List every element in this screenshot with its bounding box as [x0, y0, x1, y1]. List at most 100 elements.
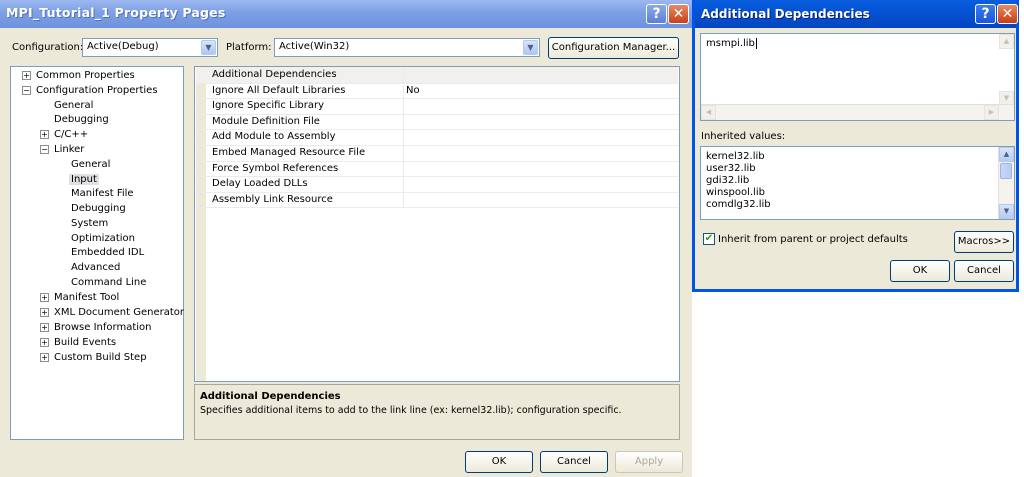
- close-button[interactable]: ✕: [668, 4, 689, 24]
- tree-expander-icon[interactable]: +: [40, 130, 49, 139]
- tree-item-linker-general[interactable]: General: [71, 158, 110, 171]
- tree-item-browse-information[interactable]: Browse Information: [54, 321, 151, 334]
- window-title: MPI_Tutorial_1 Property Pages: [6, 5, 226, 20]
- platform-select[interactable]: Active(Win32) ▼: [274, 38, 540, 57]
- dialog-close-button[interactable]: ✕: [997, 4, 1018, 24]
- tree-item-configuration-properties[interactable]: Configuration Properties: [36, 84, 158, 97]
- macros-button[interactable]: Macros>>: [954, 231, 1014, 253]
- input-horizontal-scrollbar[interactable]: ◀ ▶: [701, 104, 1014, 120]
- inherited-value-item: kernel32.lib: [706, 151, 765, 162]
- configuration-select[interactable]: Active(Debug) ▼: [82, 38, 218, 57]
- tree-item-manifest-tool[interactable]: Manifest Tool: [54, 291, 119, 304]
- property-value[interactable]: No: [406, 85, 420, 96]
- scroll-left-icon[interactable]: ◀: [701, 105, 716, 120]
- tree-expander-icon[interactable]: +: [22, 71, 31, 80]
- dependencies-input[interactable]: msmpi.lib ▲ ▼ ◀ ▶: [700, 33, 1015, 121]
- scroll-up-icon[interactable]: ▲: [999, 147, 1014, 162]
- column-divider: [403, 145, 404, 161]
- inherited-values-list[interactable]: kernel32.lib user32.lib gdi32.lib winspo…: [700, 146, 1015, 220]
- chevron-down-icon[interactable]: ▼: [523, 40, 538, 55]
- property-row-ignore-all-default-libraries[interactable]: Ignore All Default Libraries No: [196, 82, 678, 100]
- property-name: Additional Dependencies: [212, 69, 337, 80]
- property-row-force-symbol-references[interactable]: Force Symbol References: [196, 160, 678, 178]
- property-row-delay-loaded-dlls[interactable]: Delay Loaded DLLs: [196, 176, 678, 193]
- tree-collapse-icon[interactable]: −: [40, 145, 49, 154]
- column-divider: [403, 113, 404, 130]
- property-grid[interactable]: Additional Dependencies Ignore All Defau…: [194, 66, 680, 382]
- additional-dependencies-dialog: Additional Dependencies ? ✕ msmpi.lib ▲ …: [692, 0, 1019, 292]
- dialog-cancel-button[interactable]: Cancel: [954, 260, 1014, 282]
- dialog-title-bar: Additional Dependencies ? ✕: [695, 0, 1018, 28]
- tree-item-build-events[interactable]: Build Events: [54, 336, 116, 349]
- title-bar: MPI_Tutorial_1 Property Pages ? ✕: [0, 0, 692, 28]
- column-divider: [403, 160, 404, 177]
- inherited-value-item: comdlg32.lib: [706, 199, 771, 210]
- tree-expander-icon[interactable]: +: [40, 353, 49, 362]
- inherit-checkbox-label[interactable]: Inherit from parent or project defaults: [718, 234, 908, 245]
- tree-item-linker-debugging[interactable]: Debugging: [71, 202, 126, 215]
- property-row-add-module-to-assembly[interactable]: Add Module to Assembly: [196, 129, 678, 146]
- property-name: Ignore All Default Libraries: [212, 84, 346, 96]
- inherited-values-label: Inherited values:: [701, 131, 786, 142]
- description-panel: Additional Dependencies Specifies additi…: [194, 384, 680, 440]
- help-button[interactable]: ?: [646, 4, 667, 24]
- inherit-checkbox[interactable]: ✔: [703, 233, 715, 245]
- scroll-down-icon[interactable]: ▼: [999, 204, 1014, 219]
- column-divider: [403, 191, 404, 208]
- description-text: Specifies additional items to add to the…: [200, 405, 622, 416]
- dependencies-input-text[interactable]: msmpi.lib: [706, 38, 757, 49]
- scroll-right-icon[interactable]: ▶: [984, 105, 999, 120]
- tree-expander-icon[interactable]: +: [40, 323, 49, 332]
- tree-item-advanced[interactable]: Advanced: [71, 261, 120, 274]
- dialog-ok-button[interactable]: OK: [890, 260, 950, 282]
- tree-item-xml-document-generator[interactable]: XML Document Generator: [54, 306, 184, 319]
- property-name: Ignore Specific Library: [212, 100, 325, 112]
- tree-item-input-selected[interactable]: Input: [69, 173, 99, 186]
- property-name: Delay Loaded DLLs: [212, 178, 308, 190]
- property-row-additional-dependencies[interactable]: Additional Dependencies: [196, 67, 678, 84]
- property-row-assembly-link-resource[interactable]: Assembly Link Resource: [196, 191, 678, 209]
- input-vertical-scrollbar[interactable]: ▲ ▼: [999, 34, 1014, 106]
- inherited-value-item: winspool.lib: [706, 187, 765, 198]
- tree-item-manifest-file[interactable]: Manifest File: [71, 187, 134, 200]
- cancel-button[interactable]: Cancel: [540, 451, 608, 473]
- property-tree[interactable]: + Common Properties − Configuration Prop…: [10, 66, 184, 440]
- property-name: Assembly Link Resource: [212, 193, 333, 205]
- scroll-up-icon[interactable]: ▲: [999, 34, 1014, 49]
- tree-item-command-line[interactable]: Command Line: [71, 276, 146, 289]
- column-divider: [403, 176, 404, 192]
- dialog-title: Additional Dependencies: [701, 7, 870, 21]
- tree-item-optimization[interactable]: Optimization: [71, 232, 135, 245]
- tree-item-debugging[interactable]: Debugging: [54, 113, 109, 126]
- platform-value: Active(Win32): [279, 41, 350, 52]
- dialog-help-button[interactable]: ?: [975, 4, 996, 24]
- property-name: Embed Managed Resource File: [212, 147, 366, 158]
- platform-label: Platform:: [226, 42, 272, 53]
- property-name: Force Symbol References: [212, 162, 339, 174]
- configuration-manager-button[interactable]: Configuration Manager...: [548, 37, 679, 59]
- scrollbar-thumb[interactable]: [1000, 163, 1012, 179]
- tree-item-embedded-idl[interactable]: Embedded IDL: [71, 246, 144, 259]
- property-row-ignore-specific-library[interactable]: Ignore Specific Library: [196, 98, 678, 115]
- tree-item-linker[interactable]: Linker: [54, 143, 84, 156]
- tree-item-general[interactable]: General: [54, 99, 93, 112]
- tree-expander-icon[interactable]: +: [40, 293, 49, 302]
- tree-item-common-properties[interactable]: Common Properties: [36, 69, 135, 82]
- column-divider: [403, 98, 404, 114]
- tree-item-custom-build-step[interactable]: Custom Build Step: [54, 351, 147, 364]
- property-row-embed-managed-resource-file[interactable]: Embed Managed Resource File: [196, 145, 678, 162]
- tree-item-system[interactable]: System: [71, 217, 108, 230]
- inherited-value-item: user32.lib: [706, 163, 756, 174]
- tree-expander-icon[interactable]: +: [40, 338, 49, 347]
- chevron-down-icon[interactable]: ▼: [201, 40, 216, 55]
- tree-expander-icon[interactable]: +: [40, 308, 49, 317]
- tree-item-input[interactable]: Input: [69, 174, 99, 185]
- ok-button[interactable]: OK: [465, 451, 533, 473]
- apply-button[interactable]: Apply: [615, 451, 683, 473]
- property-pages-window: MPI_Tutorial_1 Property Pages ? ✕ Config…: [0, 0, 692, 477]
- tree-item-c-cpp[interactable]: C/C++: [54, 128, 88, 141]
- inherited-vertical-scrollbar[interactable]: ▲ ▼: [998, 147, 1014, 219]
- tree-collapse-icon[interactable]: −: [22, 86, 31, 95]
- property-row-module-definition-file[interactable]: Module Definition File: [196, 113, 678, 131]
- column-divider: [403, 82, 404, 99]
